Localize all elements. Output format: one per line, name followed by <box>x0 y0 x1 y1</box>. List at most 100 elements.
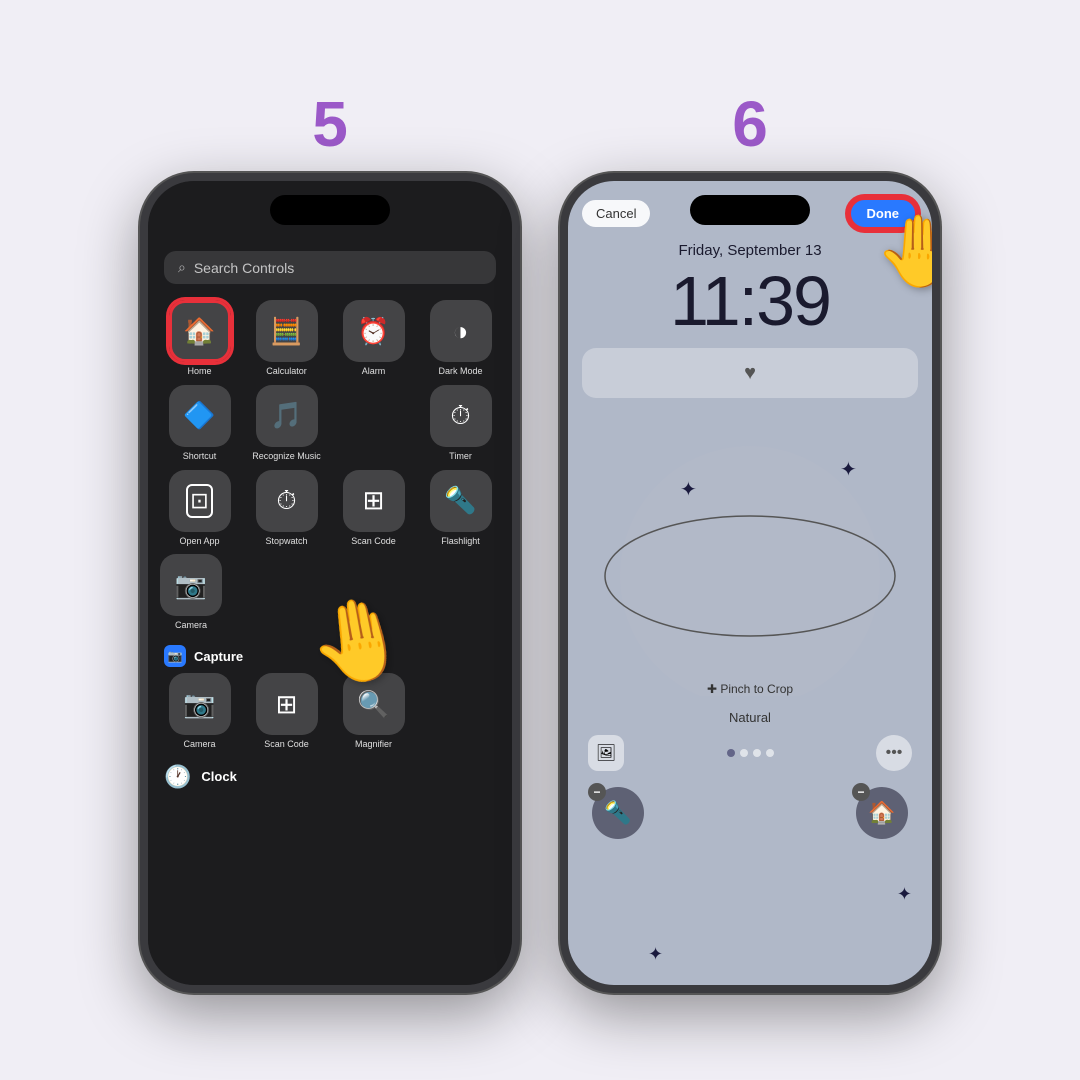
home-icon: 🏠 <box>183 316 215 347</box>
pinch-label: ✚ Pinch to Crop <box>707 682 793 696</box>
control-timer[interactable]: ⏱ Timer <box>421 385 500 462</box>
ls-bottom-bar: 🖼 ••• <box>568 729 932 777</box>
control-scancode[interactable]: ⊞ Scan Code <box>334 470 413 547</box>
planet-svg: ✦ ✦ <box>600 416 900 696</box>
controls-row1: 🏠 Home 🧮 Calculator ⏰ Alarm <box>148 300 512 377</box>
gallery-icon[interactable]: 🖼 <box>588 735 624 771</box>
step5-wrapper: 5 ⌕ Search Controls 🏠 Home <box>140 87 520 993</box>
control-empty <box>334 385 413 462</box>
screen5: ⌕ Search Controls 🏠 Home 🧮 Calculat <box>148 181 512 985</box>
capture-scan-icon: ⊞ <box>276 689 298 720</box>
control-camera-top[interactable]: 📷 Camera <box>160 554 222 631</box>
flashlight-icon-box[interactable]: 🔦 <box>430 470 492 532</box>
control-openapp[interactable]: ⊡ Open App <box>160 470 239 547</box>
openapp-label: Open App <box>179 536 219 547</box>
phone5: ⌕ Search Controls 🏠 Home 🧮 Calculat <box>140 173 520 993</box>
shortcut-icon-box[interactable]: 🔷 <box>169 385 231 447</box>
home-icon-box[interactable]: 🏠 <box>169 300 231 362</box>
step6-number: 6 <box>732 87 768 161</box>
camera-top-icon-box[interactable]: 📷 <box>160 554 222 616</box>
control-flashlight[interactable]: 🔦 Flashlight <box>421 470 500 547</box>
camera-section-icon: 📷 <box>168 649 183 663</box>
done-button[interactable]: Done <box>848 197 919 230</box>
widget-box: ♥ <box>582 348 918 398</box>
control-alarm[interactable]: ⏰ Alarm <box>334 300 413 377</box>
wallpaper-area: ✦ ✦ ✚ Pinch to Crop <box>568 406 932 706</box>
style-label: Natural <box>568 710 932 725</box>
openapp-icon-box[interactable]: ⊡ <box>169 470 231 532</box>
controls-row3: ⊡ Open App ⏱ Stopwatch ⊞ Scan Code <box>148 470 512 547</box>
dot-1 <box>727 749 735 757</box>
search-icon: ⌕ <box>178 259 186 276</box>
step5-number: 5 <box>312 87 348 161</box>
ls-page-dots <box>727 749 774 757</box>
capture-section-icon: 📷 <box>164 645 186 667</box>
capture-section-label: Capture <box>194 649 243 664</box>
capture-magnifier[interactable]: 🔍 Magnifier <box>334 673 413 750</box>
stopwatch-icon: ⏱ <box>276 485 296 517</box>
alarm-label: Alarm <box>362 366 386 377</box>
openapp-icon: ⊡ <box>186 484 212 518</box>
alarm-icon: ⏰ <box>357 316 389 347</box>
ls-home-icon: 🏠 <box>868 800 895 826</box>
timer-icon: ⏱ <box>450 400 470 432</box>
more-options-icon[interactable]: ••• <box>876 735 912 771</box>
phone6: Cancel Done Friday, September 13 11:39 ♥ <box>560 173 940 993</box>
camera-top-icon: 📷 <box>175 570 207 601</box>
capture-magnifier-icon-box[interactable]: 🔍 <box>343 673 405 735</box>
recognize-icon: 🎵 <box>270 400 302 431</box>
capture-scan-icon-box[interactable]: ⊞ <box>256 673 318 735</box>
heart-icon: ♥ <box>744 362 756 385</box>
stopwatch-label: Stopwatch <box>265 536 307 547</box>
ls-home-btn[interactable]: − 🏠 <box>856 787 908 839</box>
flashlight-icon: 🔦 <box>444 485 476 516</box>
capture-scan[interactable]: ⊞ Scan Code <box>247 673 326 750</box>
search-bar[interactable]: ⌕ Search Controls <box>164 251 496 284</box>
ls-controls-row: − 🔦 ✦ ✦ − 🏠 <box>568 777 932 849</box>
control-recognize[interactable]: 🎵 Recognize Music <box>247 385 326 462</box>
stopwatch-icon-box[interactable]: ⏱ <box>256 470 318 532</box>
capture-camera[interactable]: 📷 Camera <box>160 673 239 750</box>
dot-4 <box>766 749 774 757</box>
calculator-icon-box[interactable]: 🧮 <box>256 300 318 362</box>
capture-section-header: 📷 Capture <box>148 637 512 673</box>
dynamic-island-6 <box>690 195 810 225</box>
pinch-text: ✚ Pinch to Crop <box>707 682 793 696</box>
darkmode-icon-box[interactable]: ◑ <box>430 300 492 362</box>
control-stopwatch[interactable]: ⏱ Stopwatch <box>247 470 326 547</box>
clock-icon: 🕐 <box>164 764 191 790</box>
remove-flashlight-badge[interactable]: − <box>588 783 606 801</box>
recognize-icon-box[interactable]: 🎵 <box>256 385 318 447</box>
lockscreen-date: Friday, September 13 <box>568 242 932 259</box>
timer-icon-box[interactable]: ⏱ <box>430 385 492 447</box>
calculator-icon: 🧮 <box>270 316 302 347</box>
capture-magnifier-label: Magnifier <box>355 739 392 750</box>
capture-grid: 📷 Camera ⊞ Scan Code 🔍 Magnifier <box>148 673 512 750</box>
scancode-icon-box[interactable]: ⊞ <box>343 470 405 532</box>
ls-flashlight-icon: 🔦 <box>604 800 631 826</box>
control-calculator[interactable]: 🧮 Calculator <box>247 300 326 377</box>
capture-camera-icon-box[interactable]: 📷 <box>169 673 231 735</box>
shortcut-icon: 🔷 <box>183 400 215 431</box>
sparkle-bottom-left: ✦ <box>648 944 663 965</box>
cancel-button[interactable]: Cancel <box>582 200 650 227</box>
svg-text:✦: ✦ <box>680 479 697 501</box>
alarm-icon-box[interactable]: ⏰ <box>343 300 405 362</box>
clock-section: 🕐 Clock <box>148 758 512 796</box>
control-darkmode[interactable]: ◑ Dark Mode <box>421 300 500 377</box>
calculator-label: Calculator <box>266 366 307 377</box>
control-shortcut[interactable]: 🔷 Shortcut <box>160 385 239 462</box>
clock-label: Clock <box>201 769 236 784</box>
dot-3 <box>753 749 761 757</box>
ls-flashlight-btn[interactable]: − 🔦 <box>592 787 644 839</box>
shortcut-label: Shortcut <box>183 451 217 462</box>
capture-magnifier-icon: 🔍 <box>357 689 389 720</box>
darkmode-icon: ◑ <box>453 316 469 347</box>
remove-home-badge[interactable]: − <box>852 783 870 801</box>
sparkle-bottom-right: ✦ <box>897 884 912 905</box>
controls-row2: 🔷 Shortcut 🎵 Recognize Music ⏱ <box>148 385 512 462</box>
darkmode-label: Dark Mode <box>438 366 482 377</box>
control-home[interactable]: 🏠 Home <box>160 300 239 377</box>
dynamic-island-5 <box>270 195 390 225</box>
step6-wrapper: 6 Cancel Done Friday, September 13 11:39… <box>560 87 940 993</box>
